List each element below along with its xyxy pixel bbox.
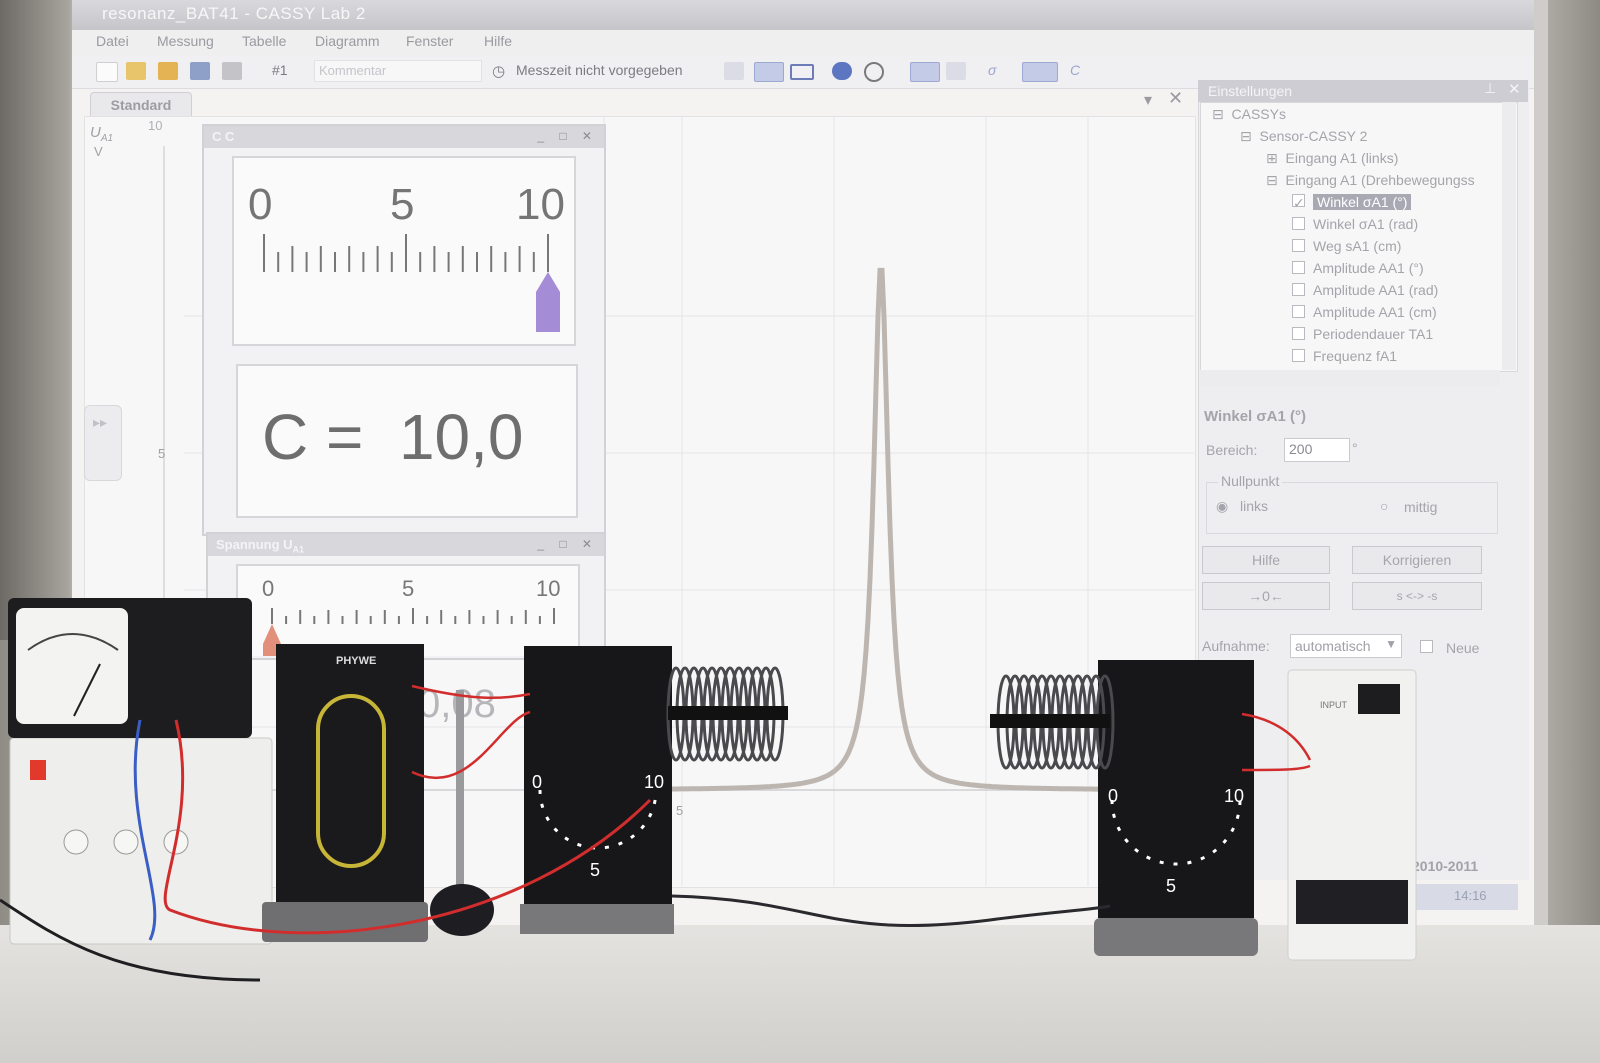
triode-stand <box>262 902 428 942</box>
dial-right-0: 0 <box>1108 786 1119 806</box>
dial-right-10: 10 <box>1224 786 1245 806</box>
dial-left-5: 5 <box>590 860 601 880</box>
coil-stand-left <box>520 904 674 934</box>
dial-left-10: 10 <box>644 772 665 792</box>
knob-1 <box>63 829 89 855</box>
brand-label: PHYWE <box>336 655 377 667</box>
lab-setup <box>0 598 1417 982</box>
triode-board <box>276 644 424 902</box>
dial-right-5: 5 <box>1166 876 1177 896</box>
voltmeter-face <box>16 608 128 724</box>
power-switch <box>30 760 46 780</box>
coil-stand-right <box>1094 918 1258 956</box>
cassy-input-label: INPUT <box>1320 700 1347 710</box>
dial-left-0: 0 <box>532 772 543 792</box>
knob-2 <box>113 829 139 855</box>
power-supply <box>9 737 273 945</box>
